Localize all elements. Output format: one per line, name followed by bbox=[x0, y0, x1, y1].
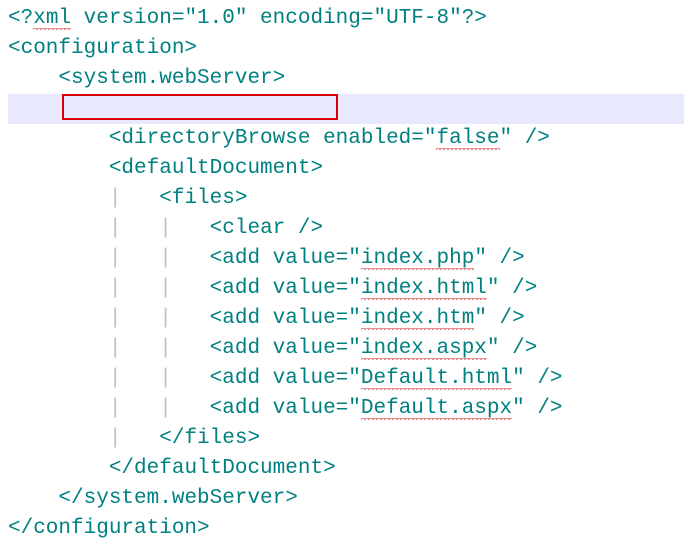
tag-system-webserver-open: <system.webServer> bbox=[58, 67, 285, 90]
tag-add: <add value="Default.html" /> bbox=[210, 367, 563, 391]
code-line-1: <?xml version="1.0" encoding="UTF-8"?> bbox=[8, 4, 684, 34]
tag-clear: <clear /> bbox=[210, 217, 323, 240]
indent-guide: | bbox=[109, 427, 159, 450]
code-line-2: <configuration> bbox=[8, 34, 684, 64]
tag-add: <add value="index.aspx" /> bbox=[210, 337, 538, 361]
indent-guide: | | bbox=[109, 337, 210, 360]
tag-add: <add value="index.html" /> bbox=[210, 277, 538, 301]
indent-guide: | bbox=[109, 187, 159, 210]
code-line-15: | </files> bbox=[8, 424, 684, 454]
tag-defaultdocument-close: </defaultDocument> bbox=[109, 457, 336, 480]
tag-files-open: <files> bbox=[159, 187, 247, 210]
code-line-12: | | <add value="index.aspx" /> bbox=[8, 334, 684, 364]
tag-defaultdocument-open: <defaultDocument> bbox=[109, 157, 323, 180]
code-line-14: | | <add value="Default.aspx" /> bbox=[8, 394, 684, 424]
code-line-9: | | <add value="index.php" /> bbox=[8, 244, 684, 274]
tag-directorybrowse: <directoryBrowse enabled="false" /> bbox=[109, 127, 550, 151]
code-line-8: | | <clear /> bbox=[8, 214, 684, 244]
indent-guide: | | bbox=[109, 397, 210, 420]
token-index-aspx: index.aspx bbox=[361, 337, 487, 361]
indent-guide: | | bbox=[109, 277, 210, 300]
highlight-redbox bbox=[62, 94, 338, 120]
code-line-16: </defaultDocument> bbox=[8, 454, 684, 484]
tag-add: <add value="index.php" /> bbox=[210, 247, 525, 271]
tag-add: <add value="Default.aspx" /> bbox=[210, 397, 563, 421]
code-line-5: <directoryBrowse enabled="false" /> bbox=[8, 124, 684, 154]
code-line-13: | | <add value="Default.html" /> bbox=[8, 364, 684, 394]
indent-guide: | | bbox=[109, 307, 210, 330]
tag-configuration-close: </configuration> bbox=[8, 517, 210, 540]
token-xml: xml bbox=[33, 7, 71, 31]
code-line-3: <system.webServer> bbox=[8, 64, 684, 94]
xml-decl: <?xml version="1.0" encoding="UTF-8"?> bbox=[8, 7, 487, 31]
indent-guide: | | bbox=[109, 217, 210, 240]
tag-configuration-open: <configuration> bbox=[8, 37, 197, 60]
code-line-11: | | <add value="index.htm" /> bbox=[8, 304, 684, 334]
code-line-17: </system.webServer> bbox=[8, 484, 684, 514]
token-default-aspx: Default.aspx bbox=[361, 397, 512, 421]
token-index-php: index.php bbox=[361, 247, 474, 271]
token-index-htm: index.htm bbox=[361, 307, 474, 331]
tag-system-webserver-close: </system.webServer> bbox=[58, 487, 297, 510]
tag-files-close: </files> bbox=[159, 427, 260, 450]
token-false: false bbox=[436, 127, 499, 151]
token-index-html: index.html bbox=[361, 277, 487, 301]
tag-add: <add value="index.htm" /> bbox=[210, 307, 525, 331]
code-line-10: | | <add value="index.html" /> bbox=[8, 274, 684, 304]
code-line-4-highlighted[interactable] bbox=[8, 94, 684, 124]
code-line-18: </configuration> bbox=[8, 514, 684, 544]
indent-guide: | | bbox=[109, 367, 210, 390]
code-line-7: | <files> bbox=[8, 184, 684, 214]
indent-guide: | | bbox=[109, 247, 210, 270]
code-line-6: <defaultDocument> bbox=[8, 154, 684, 184]
token-default-html: Default.html bbox=[361, 367, 512, 391]
